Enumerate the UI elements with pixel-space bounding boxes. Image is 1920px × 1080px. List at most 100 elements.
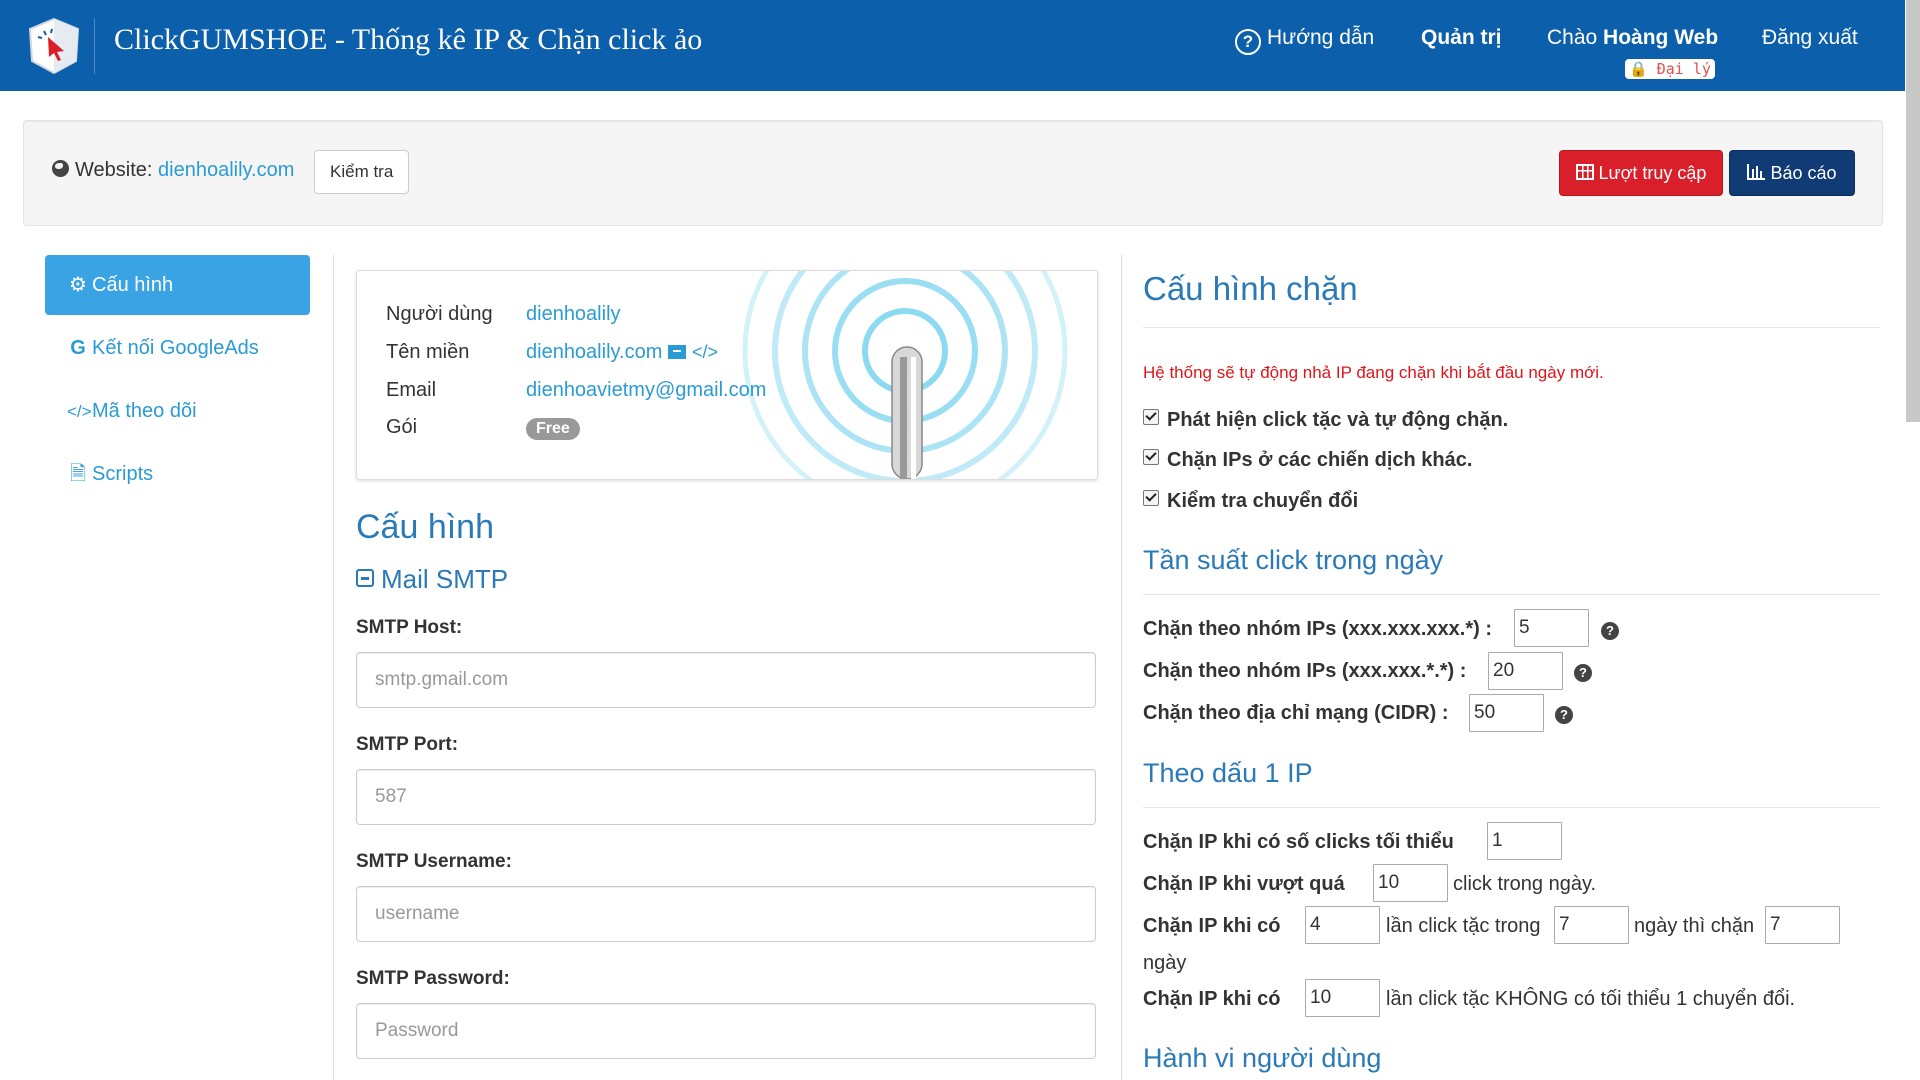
help-link[interactable]: ? Hướng dẫn bbox=[1235, 26, 1374, 55]
behavior-heading: Hành vi người dùng bbox=[1143, 1043, 1382, 1073]
user-greeting[interactable]: Chào Hoàng Web bbox=[1547, 26, 1718, 50]
question-circle-icon[interactable]: ? bbox=[1601, 622, 1619, 640]
noconv-suffix: lần click tặc KHÔNG có tối thiểu 1 chuyể… bbox=[1386, 988, 1796, 1010]
option-label: Chặn IPs ở các chiến dịch khác. bbox=[1167, 449, 1473, 471]
frequency-heading: Tần suất click trong ngày bbox=[1143, 545, 1444, 575]
sidebar-item-label: Scripts bbox=[92, 463, 154, 485]
code-icon: </> bbox=[67, 402, 92, 421]
noconv-count-input[interactable] bbox=[1305, 979, 1380, 1017]
exceed-label: Chặn IP khi vượt quá bbox=[1143, 873, 1345, 895]
fraud-block-days-input[interactable] bbox=[1765, 906, 1840, 944]
sidebar-item-config[interactable]: ⚙ Cấu hình bbox=[45, 255, 310, 315]
help-label: Hướng dẫn bbox=[1267, 26, 1375, 49]
page-scrollbar[interactable] bbox=[1905, 0, 1920, 1080]
visits-button-label: Lượt truy cập bbox=[1598, 163, 1707, 183]
user-value[interactable]: dienhoalily bbox=[526, 303, 621, 325]
scrollbar-thumb[interactable] bbox=[1906, 0, 1920, 422]
group3-label: Chặn theo nhóm IPs (xxx.xxx.xxx.*) : bbox=[1143, 618, 1492, 640]
smtp-username-input[interactable] bbox=[356, 886, 1096, 942]
visits-button[interactable]: Lượt truy cập bbox=[1559, 150, 1723, 196]
plan-badge: Free bbox=[526, 418, 580, 440]
google-icon: G bbox=[70, 337, 86, 359]
fraud-days-input[interactable] bbox=[1554, 906, 1629, 944]
logout-link[interactable]: Đăng xuất bbox=[1762, 26, 1858, 50]
signal-waves-icon bbox=[742, 271, 1068, 479]
option-detect-fraud[interactable]: Phát hiện click tặc và tự động chặn. bbox=[1143, 409, 1508, 432]
option-label: Kiểm tra chuyển đổi bbox=[1167, 490, 1359, 512]
domain-value[interactable]: dienhoalily.com bbox=[526, 341, 662, 363]
checkbox-checked-icon[interactable] bbox=[1143, 449, 1159, 465]
smtp-heading: Mail SMTP bbox=[381, 564, 509, 594]
sidebar-item-label: Kết nối GoogleAds bbox=[92, 337, 259, 359]
smtp-section-toggle[interactable]: Mail SMTP bbox=[356, 564, 508, 595]
group3-input[interactable] bbox=[1514, 609, 1589, 647]
bar-chart-icon bbox=[1747, 164, 1766, 180]
option-label: Phát hiện click tặc và tự động chặn. bbox=[1167, 409, 1509, 431]
profile-email-row: Email dienhoavietmy@gmail.com bbox=[386, 379, 766, 402]
website-domain-link[interactable]: dienhoalily.com bbox=[158, 159, 294, 181]
cidr-input[interactable] bbox=[1469, 694, 1544, 732]
logo-divider bbox=[94, 18, 95, 74]
question-circle-icon[interactable]: ? bbox=[1574, 664, 1592, 682]
smtp-port-label: SMTP Port: bbox=[356, 734, 459, 755]
code-icon[interactable]: </> bbox=[692, 342, 718, 362]
smtp-host-label: SMTP Host: bbox=[356, 617, 463, 638]
sidebar-item-googleads[interactable]: G Kết nối GoogleAds bbox=[45, 318, 310, 378]
smtp-password-input[interactable] bbox=[356, 1003, 1096, 1059]
min-clicks-input[interactable] bbox=[1487, 822, 1562, 860]
email-value[interactable]: dienhoavietmy@gmail.com bbox=[526, 379, 766, 401]
track-ip-heading: Theo dấu 1 IP bbox=[1143, 758, 1313, 788]
profile-plan-row: Gói Free bbox=[386, 416, 580, 440]
min-clicks-label: Chặn IP khi có số clicks tối thiểu bbox=[1143, 831, 1454, 853]
exceed-input[interactable] bbox=[1373, 864, 1448, 902]
group2-label: Chặn theo nhóm IPs (xxx.xxx.*.*) : bbox=[1143, 660, 1467, 682]
top-navbar: ClickGUMSHOE - Thống kê IP & Chặn click … bbox=[0, 0, 1905, 91]
collapse-icon bbox=[356, 569, 374, 587]
divider bbox=[1143, 327, 1880, 328]
question-circle-icon[interactable]: ? bbox=[1555, 706, 1573, 724]
divider bbox=[1143, 594, 1880, 595]
fraud-unit-text: ngày bbox=[1143, 952, 1187, 974]
greeting-username: Hoàng Web bbox=[1603, 26, 1719, 49]
profile-user-row: Người dùng dienhoalily bbox=[386, 303, 621, 326]
admin-link[interactable]: Quản trị bbox=[1421, 26, 1502, 50]
role-badge: 🔒 Đại lý bbox=[1625, 59, 1715, 79]
profile-card: Người dùng dienhoalily Tên miền dienhoalil… bbox=[356, 270, 1098, 480]
question-circle-icon: ? bbox=[1235, 29, 1261, 55]
checkbox-checked-icon[interactable] bbox=[1143, 409, 1159, 425]
table-icon bbox=[1575, 164, 1594, 180]
divider bbox=[1143, 807, 1880, 808]
auto-release-note: Hệ thống sẽ tự động nhả IP đang chặn khi… bbox=[1143, 363, 1604, 382]
smtp-host-input[interactable] bbox=[356, 652, 1096, 708]
sidebar-item-scripts[interactable]: 🗎 Scripts bbox=[45, 444, 310, 504]
fraud-label: Chặn IP khi có bbox=[1143, 915, 1281, 937]
plan-label: Gói bbox=[386, 416, 418, 438]
check-button[interactable]: Kiểm tra bbox=[314, 150, 410, 194]
role-badge-label: Đại lý bbox=[1656, 60, 1711, 78]
block-config-heading: Cấu hình chặn bbox=[1143, 270, 1358, 307]
website-info: Website: dienhoalily.com bbox=[52, 159, 294, 182]
gear-icon: ⚙ bbox=[69, 274, 87, 296]
app-logo-icon[interactable] bbox=[26, 17, 82, 75]
fraud-count-input[interactable] bbox=[1305, 906, 1380, 944]
report-button[interactable]: Báo cáo bbox=[1729, 150, 1855, 196]
archive-icon[interactable] bbox=[668, 345, 687, 359]
checkbox-checked-icon[interactable] bbox=[1143, 490, 1159, 506]
report-button-label: Báo cáo bbox=[1770, 163, 1837, 183]
column-divider bbox=[1121, 255, 1122, 1080]
sidebar-divider bbox=[333, 255, 334, 1080]
smtp-port-input[interactable] bbox=[356, 769, 1096, 825]
greeting-prefix: Chào bbox=[1547, 26, 1598, 49]
option-check-conversion[interactable]: Kiểm tra chuyển đổi bbox=[1143, 490, 1358, 513]
website-bar: Website: dienhoalily.com Kiểm tra Lượt t… bbox=[23, 120, 1883, 226]
app-title: ClickGUMSHOE - Thống kê IP & Chặn click … bbox=[114, 23, 703, 56]
sidebar-item-tracking-code[interactable]: </>Mã theo dõi bbox=[45, 381, 310, 441]
smtp-username-label: SMTP Username: bbox=[356, 851, 512, 872]
file-code-icon: 🗎 bbox=[69, 463, 87, 485]
option-block-other-campaigns[interactable]: Chặn IPs ở các chiến dịch khác. bbox=[1143, 449, 1472, 472]
cidr-label: Chặn theo địa chỉ mạng (CIDR) : bbox=[1143, 702, 1449, 724]
domain-label: Tên miền bbox=[386, 341, 470, 363]
globe-icon bbox=[52, 160, 69, 177]
sidebar-item-label: Cấu hình bbox=[92, 274, 174, 296]
group2-input[interactable] bbox=[1488, 652, 1563, 690]
